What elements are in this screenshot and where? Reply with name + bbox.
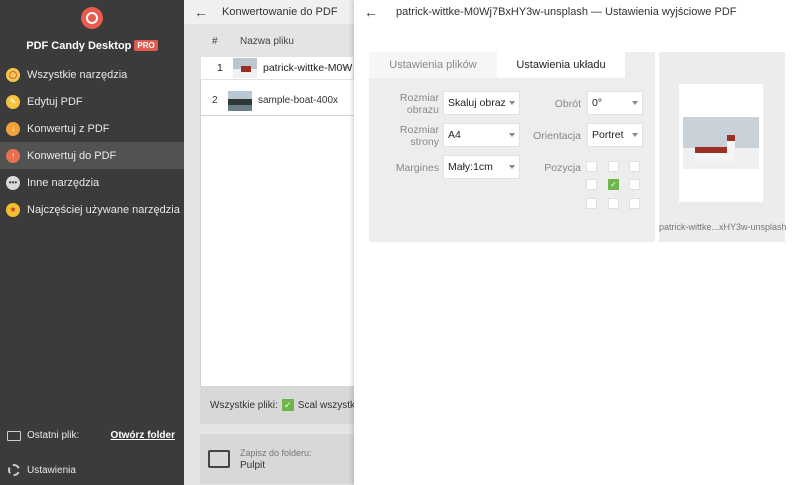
- last-file-row: Ostatni plik: Otwórz folder: [0, 430, 184, 441]
- sidebar-item-most-used[interactable]: ★ Najczęściej używane narzędzia: [0, 196, 184, 223]
- church-tower-illustration: [727, 135, 735, 161]
- position-top-center[interactable]: [608, 161, 619, 172]
- pdf-candy-logo-icon: [81, 7, 103, 29]
- all-files-bar: Wszystkie pliki: ✓ Scal wszystko w: [200, 386, 354, 424]
- dialog-header: ← patrick-wittke-M0Wj7BxHY3w-unsplash — …: [354, 0, 800, 24]
- sidebar-item-label: Najczęściej używane narzędzia: [27, 203, 180, 216]
- sidebar-item-label: Inne narzędzia: [27, 176, 100, 189]
- tab-layout-settings[interactable]: Ustawienia układu: [497, 52, 625, 78]
- back-arrow-icon[interactable]: ←: [194, 4, 208, 20]
- file-name: patrick-wittke-M0W: [263, 62, 353, 74]
- conversion-header: ← Konwertowanie do PDF: [184, 0, 354, 24]
- rotation-label: Obrót: [554, 98, 581, 110]
- sidebar-item-convert-from-pdf[interactable]: ↓ Konwertuj z PDF: [0, 115, 184, 142]
- convert-from-icon: ↓: [6, 121, 20, 136]
- image-size-label: Rozmiar obrazu: [383, 92, 439, 116]
- position-top-left[interactable]: [586, 161, 597, 172]
- position-top-right[interactable]: [629, 161, 640, 172]
- position-middle-right[interactable]: [629, 179, 640, 190]
- merge-checkbox[interactable]: ✓: [281, 399, 294, 411]
- gear-icon: [8, 464, 20, 476]
- file-thumbnail: [228, 90, 252, 111]
- preview-file-name: patrick-wittke...xHY3w-unsplash: [659, 222, 787, 232]
- pro-badge: PRO: [134, 40, 158, 51]
- edit-icon: ✎: [6, 94, 20, 109]
- column-header-number: #: [212, 36, 218, 47]
- church-illustration: [695, 147, 731, 161]
- sidebar-item-all-tools[interactable]: Wszystkie narzędzia: [0, 61, 184, 88]
- app-brand: PDF Candy Desktop PRO: [0, 40, 184, 52]
- folder-icon: [208, 450, 230, 468]
- save-to-label: Zapisz do folderu:: [240, 447, 312, 458]
- preview-page: [679, 84, 763, 202]
- position-center[interactable]: ✓: [608, 179, 619, 190]
- sidebar-item-label: Edytuj PDF: [27, 95, 83, 108]
- file-name: sample-boat-400x: [258, 95, 339, 106]
- sidebar-item-convert-to-pdf[interactable]: ↑ Konwertuj do PDF: [0, 142, 184, 169]
- brand-name: PDF Candy Desktop: [26, 40, 132, 52]
- position-bottom-center[interactable]: [608, 198, 619, 209]
- sidebar-item-label: Konwertuj do PDF: [27, 149, 117, 162]
- image-size-label-line1: Rozmiar: [399, 92, 439, 104]
- back-arrow-icon[interactable]: ←: [364, 4, 378, 20]
- position-bottom-right[interactable]: [629, 198, 640, 209]
- merge-label: Scal wszystko w: [297, 399, 354, 411]
- save-to-folder-button[interactable]: Zapisz do folderu: Pulpit: [200, 434, 354, 484]
- margins-select[interactable]: Mały:1cm: [443, 155, 520, 179]
- column-header-file-name: Nazwa pliku: [240, 36, 294, 47]
- page-title: Konwertowanie do PDF: [222, 6, 338, 18]
- sidebar-item-label: Wszystkie narzędzia: [27, 68, 128, 81]
- file-thumbnail: [233, 58, 257, 78]
- rotation-select[interactable]: 0°: [587, 91, 643, 115]
- candy-icon: [6, 67, 20, 82]
- sidebar: PDF Candy Desktop PRO Wszystkie narzędzia…: [0, 0, 184, 485]
- folder-icon: [7, 430, 21, 441]
- settings-panel: Ustawienia plików Ustawienia układu Rozm…: [369, 52, 655, 242]
- preview-image: [683, 117, 759, 169]
- dialog-title: patrick-wittke-M0Wj7BxHY3w-unsplash — Us…: [396, 6, 737, 18]
- page-size-label-line1: Rozmiar: [399, 124, 439, 136]
- orientation-select[interactable]: Portret: [587, 123, 643, 147]
- page-preview: patrick-wittke...xHY3w-unsplash: [659, 52, 787, 242]
- settings-label: Ustawienia: [27, 464, 76, 476]
- margins-label: Margines: [395, 162, 439, 174]
- tab-file-settings[interactable]: Ustawienia plików: [369, 52, 497, 78]
- sidebar-item-label: Konwertuj z PDF: [27, 122, 110, 135]
- pdf-output-settings-dialog: ← patrick-wittke-M0Wj7BxHY3w-unsplash — …: [354, 0, 800, 485]
- page-size-label: Rozmiar strony: [383, 124, 439, 148]
- row-number: 1: [217, 62, 223, 74]
- all-files-label: Wszystkie pliki:: [210, 399, 278, 411]
- orientation-label: Orientacja: [533, 130, 581, 142]
- last-file-label: Ostatni plik:: [27, 430, 80, 441]
- image-size-select[interactable]: Skaluj obraz: [443, 91, 520, 115]
- sidebar-item-other-tools[interactable]: ••• Inne narzędzia: [0, 169, 184, 196]
- page-size-select[interactable]: A4: [443, 123, 520, 147]
- layout-settings-form: Rozmiar obrazu Skaluj obraz Rozmiar stro…: [369, 78, 655, 242]
- more-icon: •••: [6, 175, 20, 190]
- sidebar-item-edit-pdf[interactable]: ✎ Edytuj PDF: [0, 88, 184, 115]
- position-label: Pozycja: [544, 162, 581, 174]
- convert-to-icon: ↑: [6, 148, 20, 163]
- settings-button[interactable]: Ustawienia: [0, 464, 184, 476]
- open-folder-link[interactable]: Otwórz folder: [111, 430, 175, 441]
- image-size-label-line2: obrazu: [406, 104, 439, 116]
- position-middle-left[interactable]: [586, 179, 597, 190]
- table-row[interactable]: 2 sample-boat-400x: [200, 86, 354, 116]
- star-icon: ★: [6, 202, 20, 217]
- row-number: 2: [212, 95, 218, 106]
- table-row[interactable]: 1 patrick-wittke-M0W: [200, 56, 354, 80]
- position-bottom-left[interactable]: [586, 198, 597, 209]
- save-to-value: Pulpit: [240, 459, 266, 471]
- page-size-label-line2: strony: [410, 136, 439, 148]
